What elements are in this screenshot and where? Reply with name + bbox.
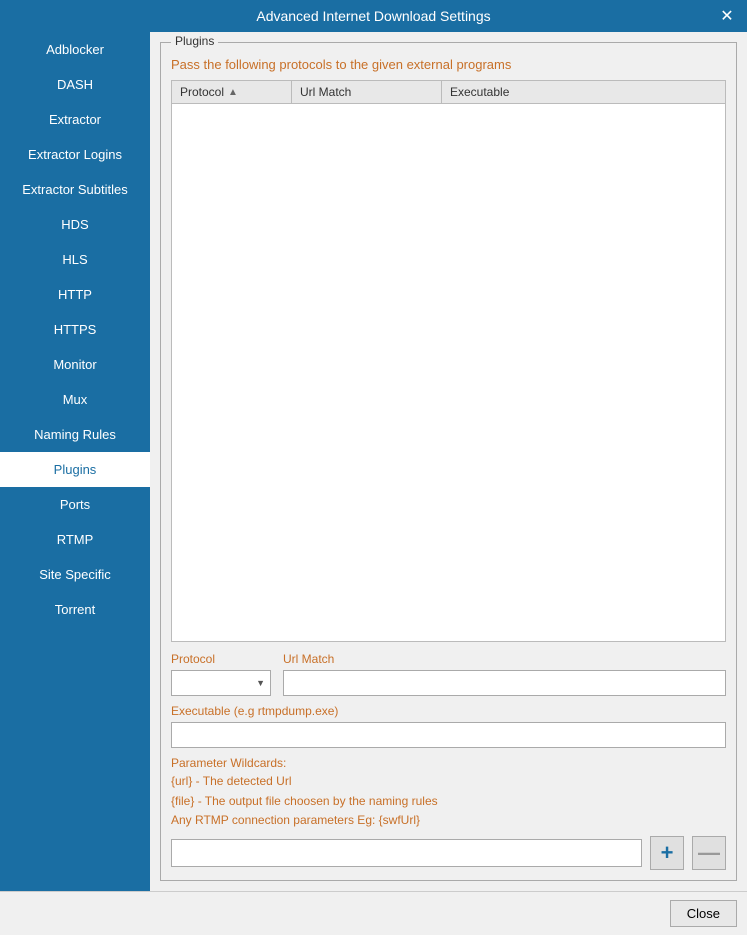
sidebar-item-mux[interactable]: Mux <box>0 382 150 417</box>
plugins-group: Plugins Pass the following protocols to … <box>160 42 737 881</box>
protocol-group: Protocol RTMP HTTP HTTPS HLS DASH <box>171 652 271 696</box>
sidebar-item-extractor-logins[interactable]: Extractor Logins <box>0 137 150 172</box>
bottom-row: + — <box>171 836 726 870</box>
add-form: Protocol RTMP HTTP HTTPS HLS DASH <box>171 652 726 870</box>
footer: Close <box>0 891 747 935</box>
column-header-executable[interactable]: Executable <box>442 81 725 103</box>
sidebar-item-rtmp[interactable]: RTMP <box>0 522 150 557</box>
sidebar-item-site-specific[interactable]: Site Specific <box>0 557 150 592</box>
urlmatch-label: Url Match <box>283 652 726 666</box>
sidebar-item-hds[interactable]: HDS <box>0 207 150 242</box>
executable-label: Executable (e.g rtmpdump.exe) <box>171 704 726 718</box>
sort-icon-protocol: ▲ <box>228 87 238 98</box>
protocol-select[interactable]: RTMP HTTP HTTPS HLS DASH <box>171 670 271 696</box>
sidebar-item-naming-rules[interactable]: Naming Rules <box>0 417 150 452</box>
sidebar-item-torrent[interactable]: Torrent <box>0 592 150 627</box>
executable-group: Executable (e.g rtmpdump.exe) <box>171 704 726 748</box>
sidebar-item-http[interactable]: HTTP <box>0 277 150 312</box>
wildcards-line3: Any RTMP connection parameters Eg: {swfU… <box>171 811 726 830</box>
wildcards-line1: {url} - The detected Url <box>171 772 726 791</box>
wildcards-line2: {file} - The output file choosen by the … <box>171 792 726 811</box>
add-button[interactable]: + <box>650 836 684 870</box>
protocol-select-wrapper: RTMP HTTP HTTPS HLS DASH <box>171 670 271 696</box>
urlmatch-group: Url Match <box>283 652 726 696</box>
sidebar: AdblockerDASHExtractorExtractor LoginsEx… <box>0 32 150 891</box>
form-row-executable: Executable (e.g rtmpdump.exe) <box>171 704 726 748</box>
column-header-urlmatch[interactable]: Url Match <box>292 81 442 103</box>
sidebar-item-ports[interactable]: Ports <box>0 487 150 522</box>
sidebar-item-hls[interactable]: HLS <box>0 242 150 277</box>
sidebar-item-extractor-subtitles[interactable]: Extractor Subtitles <box>0 172 150 207</box>
content-area: Plugins Pass the following protocols to … <box>150 32 747 891</box>
column-header-protocol[interactable]: Protocol ▲ <box>172 81 292 103</box>
window-title: Advanced Internet Download Settings <box>256 8 490 24</box>
form-row-top: Protocol RTMP HTTP HTTPS HLS DASH <box>171 652 726 696</box>
sidebar-item-https[interactable]: HTTPS <box>0 312 150 347</box>
parameter-input[interactable] <box>171 839 642 867</box>
close-button[interactable]: Close <box>670 900 737 927</box>
urlmatch-input[interactable] <box>283 670 726 696</box>
close-window-button[interactable]: ✕ <box>715 4 739 28</box>
main-layout: AdblockerDASHExtractorExtractor LoginsEx… <box>0 32 747 891</box>
protocol-label: Protocol <box>171 652 271 666</box>
executable-input[interactable] <box>171 722 726 748</box>
plugins-group-label: Plugins <box>171 34 218 48</box>
title-bar: Advanced Internet Download Settings ✕ <box>0 0 747 32</box>
table-header: Protocol ▲ Url Match Executable <box>172 81 725 104</box>
plugins-table-container: Protocol ▲ Url Match Executable <box>171 80 726 642</box>
sidebar-item-adblocker[interactable]: Adblocker <box>0 32 150 67</box>
sidebar-item-dash[interactable]: DASH <box>0 67 150 102</box>
sidebar-item-monitor[interactable]: Monitor <box>0 347 150 382</box>
plugins-description: Pass the following protocols to the give… <box>171 57 726 72</box>
main-window: Advanced Internet Download Settings ✕ Ad… <box>0 0 747 935</box>
sidebar-item-extractor[interactable]: Extractor <box>0 102 150 137</box>
sidebar-item-plugins[interactable]: Plugins <box>0 452 150 487</box>
remove-button[interactable]: — <box>692 836 726 870</box>
wildcards-title: Parameter Wildcards: <box>171 756 726 770</box>
wildcards-section: Parameter Wildcards: {url} - The detecte… <box>171 756 726 830</box>
